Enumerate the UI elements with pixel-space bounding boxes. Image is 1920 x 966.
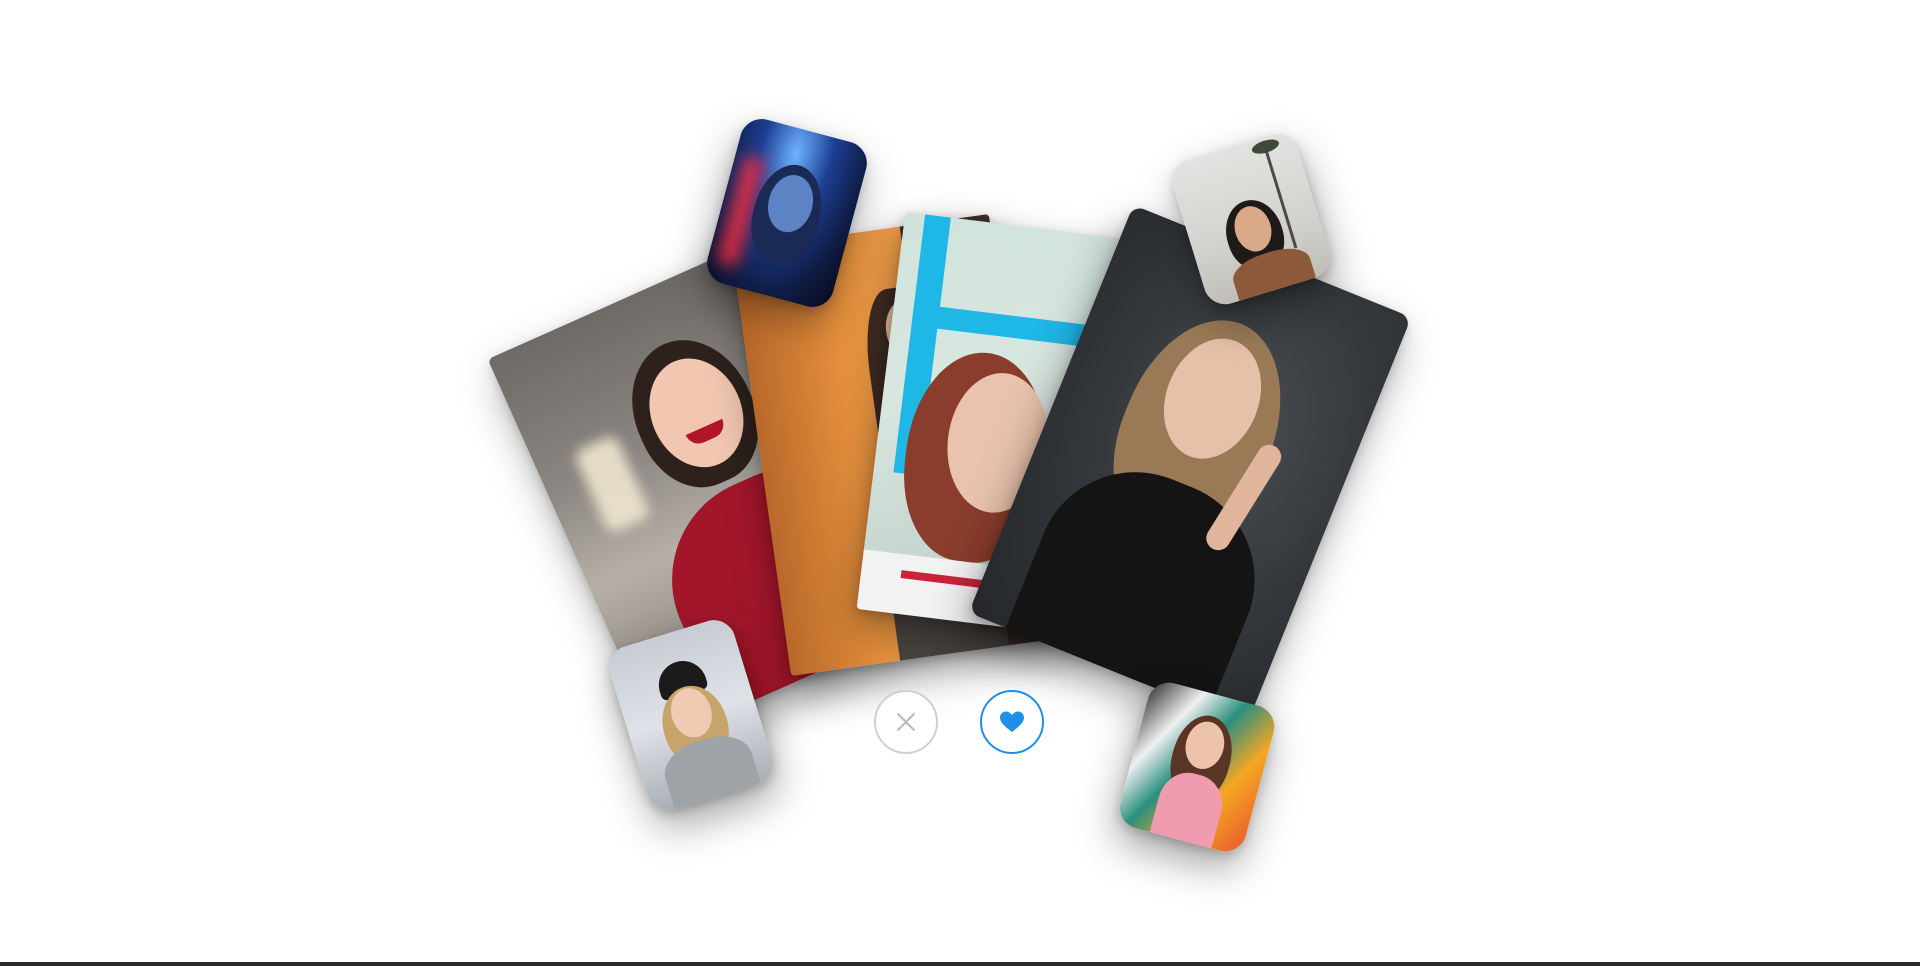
dislike-button[interactable]	[874, 690, 938, 754]
profile-thumbnail-graffiti[interactable]	[1114, 677, 1280, 857]
profile-photo	[1114, 677, 1280, 857]
window-bottom-border	[0, 962, 1920, 966]
swipe-stage	[0, 0, 1920, 962]
like-button[interactable]	[980, 690, 1044, 754]
heart-icon	[1000, 711, 1024, 732]
close-icon	[895, 711, 917, 733]
